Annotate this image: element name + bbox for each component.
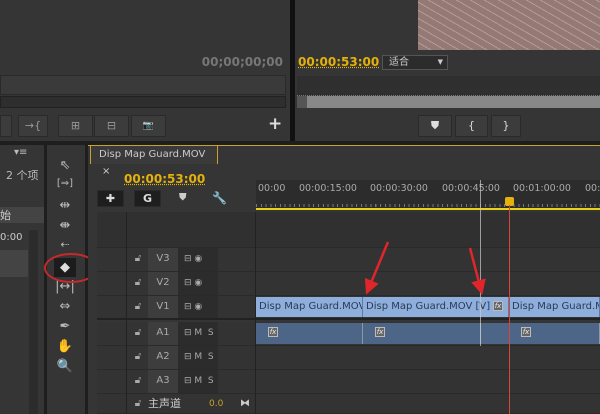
- annotation-arrows: [364, 241, 486, 295]
- arrow-1: [364, 241, 390, 295]
- arrow-2: [468, 247, 486, 295]
